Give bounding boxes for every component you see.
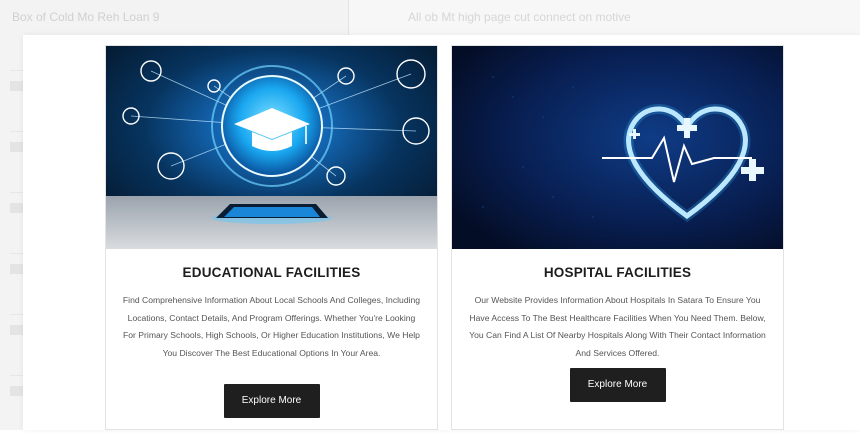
background-divider (348, 0, 349, 36)
heart-pulse-cross-icon (452, 46, 783, 249)
background-heading-right: All ob Mt high page cut connect on motiv… (408, 10, 631, 24)
card-title: EDUCATIONAL FACILITIES (182, 265, 361, 280)
facilities-modal: EDUCATIONAL FACILITIES Find Comprehensiv… (23, 35, 860, 430)
card-description: Find Comprehensive Information About Loc… (122, 295, 421, 358)
background-heading-left: Box of Cold Mo Reh Loan 9 (12, 10, 160, 24)
educational-image (106, 46, 437, 249)
explore-more-button[interactable]: Explore More (223, 384, 320, 418)
hospital-image (452, 46, 783, 249)
card-description: Our Website Provides Information About H… (469, 295, 766, 358)
explore-more-button[interactable]: Explore More (569, 368, 666, 402)
card-title: HOSPITAL FACILITIES (543, 265, 692, 280)
educational-facilities-card: EDUCATIONAL FACILITIES Find Comprehensiv… (105, 45, 438, 430)
hospital-facilities-card: HOSPITAL FACILITIES Our Website Provides… (451, 45, 784, 430)
graduation-cap-network-icon (106, 46, 437, 249)
